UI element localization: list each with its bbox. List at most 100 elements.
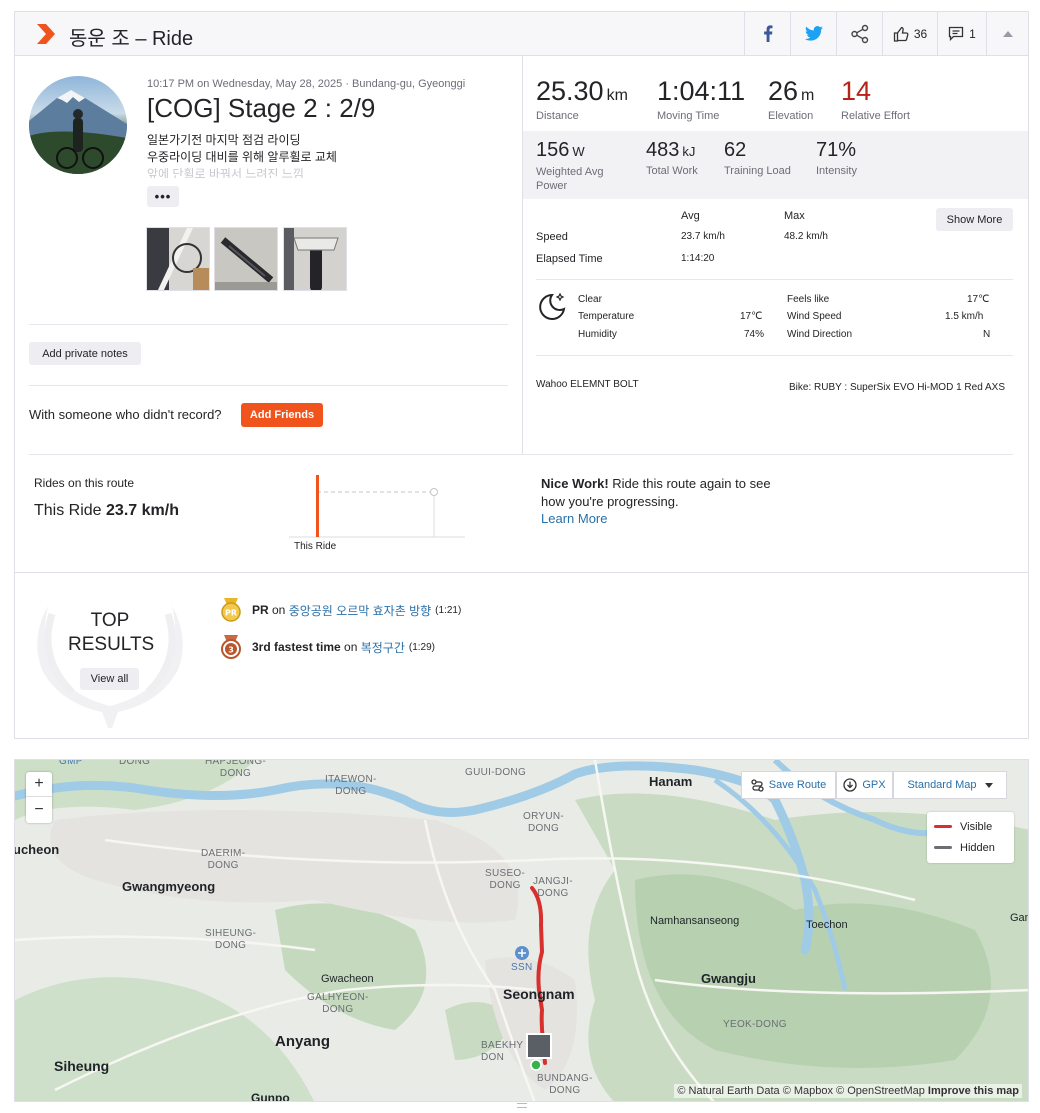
- save-route-button[interactable]: Save Route: [741, 771, 836, 799]
- route-compare-label: Rides on this route: [34, 476, 135, 490]
- map-resize-handle[interactable]: [517, 1103, 527, 1108]
- humidity-value: 74%: [744, 329, 765, 340]
- wind-speed-label: Wind Speed: [787, 311, 842, 322]
- top-results-title-2: RESULTS: [68, 634, 155, 655]
- description-line-1: 일본가기전 마지막 점검 라이딩: [147, 133, 301, 147]
- speed-max: 48.2 km/h: [784, 231, 828, 242]
- elapsed-time-label: Elapsed Time: [536, 253, 603, 265]
- map-city-label: Gunpo: [251, 1091, 290, 1102]
- activity-photo[interactable]: [283, 227, 347, 291]
- legend-visible-label: Visible: [960, 820, 993, 833]
- result-time: (1:21): [435, 604, 462, 616]
- map-label: BAEKHY DON: [481, 1040, 524, 1063]
- map-city-label: Hanam: [649, 774, 693, 789]
- legend-visible: Visible: [927, 816, 1014, 837]
- facebook-icon: [763, 25, 772, 42]
- caret-up-icon: [1003, 30, 1013, 37]
- add-friends-prompt: With someone who didn't record?: [29, 407, 222, 422]
- stat-value: 26: [768, 76, 799, 106]
- collapse-button[interactable]: [986, 12, 1029, 55]
- share-twitter-button[interactable]: [790, 12, 836, 55]
- stat-value: 483: [646, 139, 680, 161]
- chart-axis-label: This Ride: [294, 541, 337, 552]
- elapsed-time-value: 1:14:20: [681, 253, 715, 264]
- stat-label: Intensity: [816, 165, 857, 177]
- temperature-value: 17℃: [740, 311, 763, 322]
- divider: [536, 355, 1013, 356]
- device-name: Wahoo ELEMNT BOLT: [536, 379, 639, 390]
- stat-label: Relative Effort: [841, 110, 910, 122]
- share-button[interactable]: [836, 12, 882, 55]
- bike-name[interactable]: Bike: RUBY : SuperSix EVO Hi-MOD 1 Red A…: [789, 379, 1011, 396]
- column-header-avg: Avg: [681, 210, 700, 222]
- stat-total-work: 483 kJ Total Work: [646, 139, 698, 177]
- map-legend: Visible Hidden: [927, 812, 1014, 863]
- zoom-in-button[interactable]: +: [26, 772, 52, 797]
- map-style-select[interactable]: Standard Map: [893, 771, 1007, 799]
- stat-value: 62: [724, 139, 747, 161]
- svg-text:PR: PR: [225, 609, 237, 618]
- stat-label: Elevation: [768, 110, 814, 122]
- improve-map-link[interactable]: Improve this map: [928, 1085, 1019, 1097]
- stat-moving-time: 1:04:11 Moving Time: [657, 76, 745, 122]
- comment-icon: [949, 26, 964, 41]
- route-map[interactable]: GMP DONG HAPJEONG- DONG ITAEWON- DONG GU…: [14, 759, 1029, 1102]
- comments-button[interactable]: 1: [937, 12, 986, 55]
- add-friends-button[interactable]: Add Friends: [241, 403, 323, 427]
- page-title: 동운 조 – Ride: [69, 28, 194, 50]
- top-result-row: 3 3rd fastest time on 복정구간 (1:29): [220, 635, 435, 659]
- this-ride-speed: This Ride 23.7 km/h: [34, 502, 179, 520]
- thumbs-up-icon: [893, 26, 909, 42]
- speed-avg: 23.7 km/h: [681, 231, 725, 242]
- legend-hidden-label: Hidden: [960, 841, 995, 854]
- divider: [14, 572, 1029, 573]
- share-facebook-button[interactable]: [744, 12, 790, 55]
- add-private-notes-button[interactable]: Add private notes: [29, 342, 141, 365]
- map-attribution: © Natural Earth Data © Mapbox © OpenStre…: [674, 1084, 1022, 1098]
- caret-down-icon: [984, 782, 993, 788]
- map-city-label: Gwangju: [701, 971, 756, 986]
- projected-point: [430, 488, 438, 496]
- pr-medal-icon: PR: [221, 598, 241, 622]
- map-city-label: Anyang: [275, 1033, 331, 1050]
- stat-label: Training Load: [724, 165, 791, 177]
- map-label: DONG: [119, 759, 151, 767]
- result-on: on: [340, 640, 361, 654]
- map-label: ITAEWON- DONG: [325, 774, 377, 797]
- route-compare-chart: [289, 475, 465, 538]
- stat-weighted-avg-power: 156 W Weighted Avg Power: [536, 139, 636, 193]
- show-more-button[interactable]: Show More: [936, 208, 1013, 231]
- segment-link[interactable]: 복정구간: [361, 639, 405, 656]
- map-label: GUUI-DONG: [465, 767, 527, 778]
- weather-condition: Clear: [578, 294, 602, 305]
- result-type: PR: [252, 603, 269, 617]
- map-style-label: Standard Map: [907, 779, 977, 791]
- zoom-out-button[interactable]: −: [26, 797, 52, 822]
- route-icon: [751, 778, 764, 792]
- stat-unit: W: [572, 144, 585, 159]
- divider: [29, 324, 508, 325]
- nice-work-strong: Nice Work!: [541, 476, 609, 491]
- activity-photo[interactable]: [146, 227, 210, 291]
- divider: [536, 279, 1013, 280]
- temperature-label: Temperature: [578, 311, 635, 322]
- learn-more-link[interactable]: Learn More: [541, 511, 607, 526]
- divider: [29, 385, 508, 386]
- view-all-button[interactable]: View all: [80, 668, 139, 690]
- athlete-avatar[interactable]: [29, 76, 127, 174]
- feels-like-label: Feels like: [787, 294, 830, 305]
- map-label: SUSEO- DONG: [485, 868, 526, 891]
- column-divider: [522, 56, 523, 454]
- segment-link[interactable]: 중앙공원 오르막 효자촌 방향: [289, 602, 431, 619]
- map-city-label: Namhansanseong: [650, 915, 740, 927]
- gpx-button[interactable]: GPX: [836, 771, 893, 799]
- column-header-max: Max: [784, 210, 805, 222]
- activity-photo[interactable]: [214, 227, 278, 291]
- result-on: on: [268, 603, 289, 617]
- expand-description-button[interactable]: •••: [147, 186, 179, 207]
- medal-rank: 3: [228, 646, 234, 655]
- kudos-button[interactable]: 36: [882, 12, 937, 55]
- stat-relative-effort[interactable]: 14 Relative Effort: [841, 76, 910, 122]
- stat-elevation: 26 m Elevation: [768, 76, 814, 122]
- map-label: YEOK-DONG: [723, 1019, 787, 1030]
